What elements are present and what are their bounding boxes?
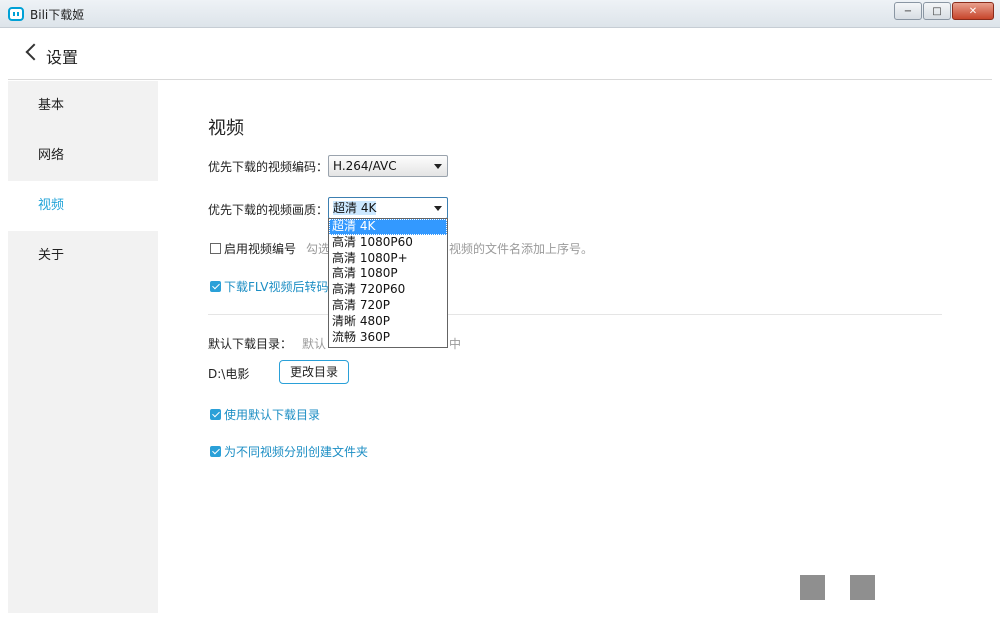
quality-select[interactable]: 超清 4K (328, 197, 448, 219)
create-folder-row[interactable]: 为不同视频分别创建文件夹 (210, 443, 368, 460)
quality-option[interactable]: 清晰 480P (329, 314, 447, 330)
maximize-button[interactable]: □ (923, 2, 951, 20)
default-dir-label-text: 默认下载目录： (208, 337, 293, 351)
enable-numbering-hint-tail: 视频的文件名添加上序号。 (449, 242, 594, 256)
sidebar-item-video[interactable]: 视频 (8, 181, 158, 231)
default-dir-label: 默认下载目录： 默认 (208, 335, 326, 352)
quality-option[interactable]: 超清 4K (329, 219, 447, 235)
dropdown-arrow-icon (434, 164, 442, 169)
window-title: Bili下载姬 (30, 8, 85, 22)
flv-convert-row[interactable]: 下载FLV视频后转码 (210, 278, 328, 295)
decorative-square (800, 575, 825, 600)
quality-option[interactable]: 高清 1080P+ (329, 251, 447, 267)
sidebar-item-basic[interactable]: 基本 (8, 81, 158, 131)
codec-label: 优先下载的视频编码： (208, 160, 329, 174)
default-dir-path: D:\电影 (208, 367, 250, 381)
bilibili-tv-icon (8, 7, 24, 21)
section-title: 视频 (208, 118, 244, 139)
close-button[interactable]: ✕ (952, 2, 994, 20)
enable-numbering-label: 启用视频编号 (224, 242, 297, 256)
quality-select-value: 超清 4K (333, 201, 377, 215)
quality-option[interactable]: 高清 1080P (329, 266, 447, 282)
page-header: 设置 (8, 28, 992, 80)
page-title: 设置 (46, 48, 79, 67)
default-dir-hint-tail: 中 (449, 337, 462, 351)
decorative-square (850, 575, 875, 600)
use-default-dir-row[interactable]: 使用默认下载目录 (210, 406, 320, 423)
change-directory-button[interactable]: 更改目录 (279, 360, 349, 384)
quality-label: 优先下载的视频画质： (208, 203, 329, 217)
create-folder-checkbox[interactable] (210, 446, 221, 457)
quality-option[interactable]: 高清 720P (329, 298, 447, 314)
quality-dropdown-list: 超清 4K 高清 1080P60 高清 1080P+ 高清 1080P 高清 7… (328, 218, 448, 348)
sidebar-item-network[interactable]: 网络 (8, 131, 158, 181)
codec-select[interactable]: H.264/AVC (328, 155, 448, 177)
minimize-button[interactable]: − (894, 2, 922, 20)
back-chevron-icon[interactable] (25, 43, 43, 61)
flv-convert-checkbox[interactable] (210, 281, 221, 292)
section-divider (208, 314, 942, 315)
default-dir-hint: 默认 (302, 337, 327, 351)
flv-convert-label: 下载FLV视频后转码 (224, 280, 329, 294)
use-default-dir-checkbox[interactable] (210, 409, 221, 420)
settings-sidebar: 基本 网络 视频 关于 (8, 81, 158, 613)
enable-numbering-row[interactable]: 启用视频编号 勾选 (210, 240, 330, 257)
use-default-dir-label: 使用默认下载目录 (224, 408, 321, 422)
sidebar-item-about[interactable]: 关于 (8, 231, 158, 281)
create-folder-label: 为不同视频分别创建文件夹 (224, 445, 369, 459)
codec-select-value: H.264/AVC (333, 159, 397, 173)
quality-option[interactable]: 流畅 360P (329, 330, 447, 346)
settings-main: 视频 优先下载的视频编码： H.264/AVC 优先下载的视频画质： 超清 4K… (158, 81, 992, 613)
enable-numbering-checkbox[interactable] (210, 243, 221, 254)
dropdown-arrow-icon (434, 206, 442, 211)
quality-option[interactable]: 高清 720P60 (329, 282, 447, 298)
enable-numbering-hint: 勾选 (306, 242, 331, 256)
quality-option[interactable]: 高清 1080P60 (329, 235, 447, 251)
window-titlebar: Bili下载姬 − □ ✕ (0, 0, 1000, 28)
window-controls: − □ ✕ (893, 2, 994, 20)
